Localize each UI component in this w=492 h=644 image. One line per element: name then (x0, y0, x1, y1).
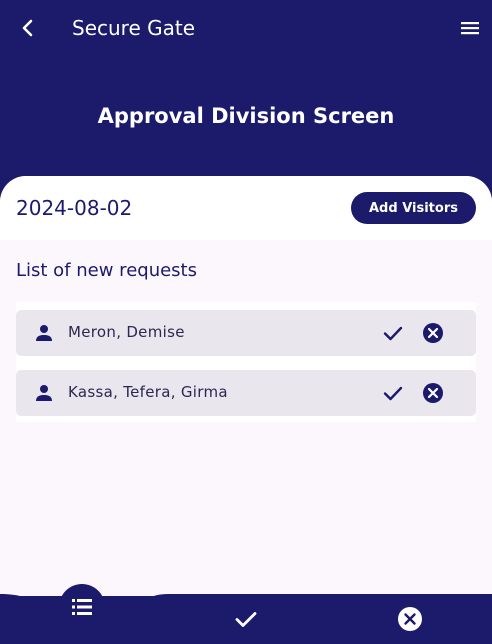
request-item[interactable]: Meron, Demise (16, 310, 476, 356)
app-title: Secure Gate (72, 16, 196, 40)
screen-title: Approval Division Screen (97, 104, 395, 128)
request-name: Meron, Demise (68, 323, 185, 341)
reject-cancel-icon[interactable] (420, 320, 446, 346)
main-sheet: 2024-08-02 Add Visitors List of new requ… (0, 176, 492, 596)
request-list: Meron, Demise Kassa, Tefera, Girma (16, 302, 476, 422)
request-name: Kassa, Tefera, Girma (68, 383, 228, 401)
nav-approved-checkmark-icon[interactable] (232, 605, 260, 633)
add-visitors-button[interactable]: Add Visitors (351, 192, 476, 224)
request-item[interactable]: Kassa, Tefera, Girma (16, 370, 476, 416)
list-view-button[interactable] (59, 584, 105, 630)
list-title: List of new requests (16, 260, 197, 281)
approve-check-icon[interactable] (380, 380, 406, 406)
date-row: 2024-08-02 Add Visitors (0, 176, 492, 240)
approve-check-icon[interactable] (380, 320, 406, 346)
reject-cancel-icon[interactable] (420, 380, 446, 406)
back-arrow-icon[interactable] (14, 14, 42, 42)
date-text: 2024-08-02 (16, 196, 133, 220)
list-icon (72, 599, 92, 615)
person-icon (32, 381, 56, 405)
nav-rejected-cancel-icon[interactable] (396, 605, 424, 633)
app-bar: Secure Gate (0, 0, 492, 56)
hamburger-menu-icon[interactable] (456, 14, 484, 42)
person-icon (32, 321, 56, 345)
